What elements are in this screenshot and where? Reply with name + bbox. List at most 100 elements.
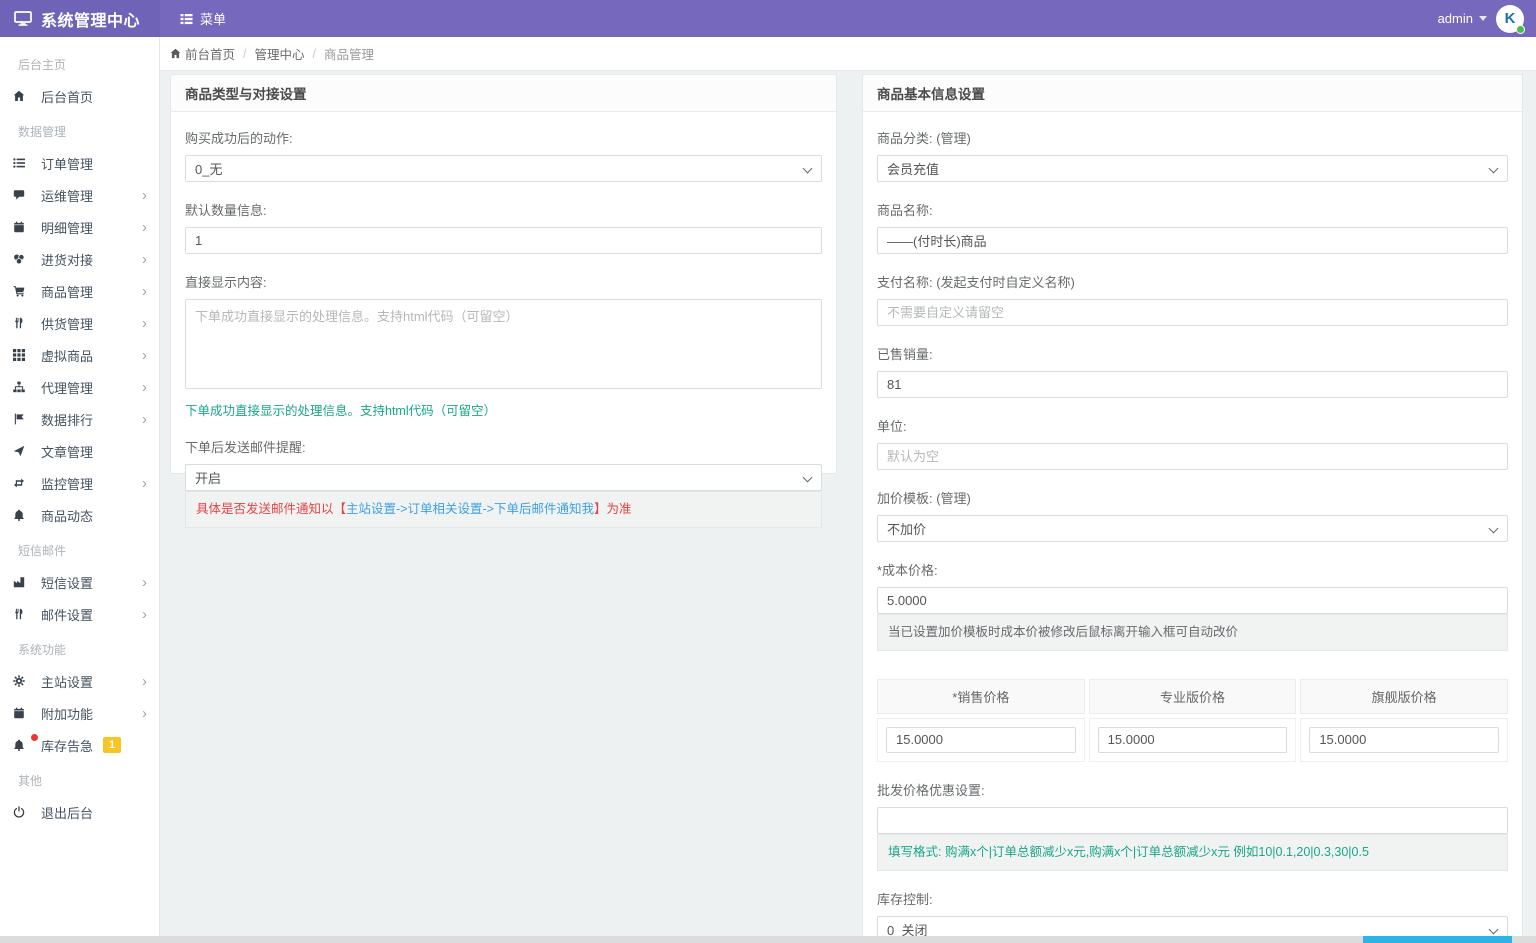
panel-title: 商品基本信息设置 — [863, 75, 1522, 112]
price-col-header: *销售价格 — [877, 679, 1085, 714]
sidebar-item[interactable]: 监控管理› — [0, 467, 159, 499]
sidebar-item-label: 附加功能 — [41, 704, 93, 723]
breadcrumb-home-label: 前台首页 — [185, 44, 235, 63]
breadcrumb-bar: 前台首页 / 管理中心 / 商品管理 — [160, 37, 1536, 71]
category-select[interactable]: 会员充值 — [877, 155, 1508, 182]
panel-product-type: 商品类型与对接设置 购买成功后的动作: 0_无 默认数量信息: 直接显示内容: … — [170, 74, 837, 474]
price-input[interactable] — [886, 727, 1076, 753]
cutlery-icon — [10, 608, 28, 620]
horizontal-scrollbar-track[interactable] — [0, 936, 1536, 943]
breadcrumb-mid[interactable]: 管理中心 — [255, 44, 305, 63]
chevron-down-icon — [803, 164, 813, 174]
flag-icon — [10, 413, 28, 425]
list-icon — [10, 157, 28, 169]
caret-down-icon — [1479, 16, 1487, 21]
menu-button[interactable]: 菜单 — [180, 9, 226, 28]
sidebar-item[interactable]: 邮件设置 › — [0, 598, 159, 630]
wholesale-hint-text: 填写格式: 购满x个|订单总额减少x元,购满x个|订单总额减少x元 例如10|0… — [888, 845, 1369, 859]
sidebar-item-label: 文章管理 — [41, 442, 93, 461]
markup-select[interactable]: 不加价 — [877, 515, 1508, 542]
wholesale-label: 批发价格优惠设置: — [877, 780, 1508, 799]
breadcrumb-separator: / — [313, 47, 316, 61]
sidebar-item[interactable]: 明细管理› — [0, 211, 159, 243]
sidebar-item[interactable]: 短信设置› — [0, 566, 159, 598]
product-name-input[interactable] — [877, 227, 1508, 254]
mail-note-link[interactable]: 主站设置->订单相关设置->下单后邮件通知我 — [346, 502, 594, 516]
category-select-value: 会员充值 — [887, 159, 939, 178]
sidebar-section-label: 短信邮件 — [0, 531, 159, 566]
sold-input[interactable] — [877, 371, 1508, 398]
user-name: admin — [1438, 11, 1473, 26]
chevron-right-icon: › — [142, 575, 147, 590]
price-col-header: 旗舰版价格 — [1300, 679, 1508, 714]
sidebar-item[interactable]: 商品动态 — [0, 499, 159, 531]
mail-select[interactable]: 开启 — [185, 464, 822, 491]
price-input[interactable] — [1309, 727, 1499, 753]
main-content: 商品类型与对接设置 购买成功后的动作: 0_无 默认数量信息: 直接显示内容: … — [160, 71, 1536, 943]
qty-input[interactable] — [185, 227, 822, 254]
sidebar-item[interactable]: 代理管理› — [0, 371, 159, 403]
price-cell — [1089, 718, 1297, 762]
app-logo[interactable]: 系统管理中心 — [0, 0, 160, 37]
cost-hint: 当已设置加价模板时成本价被修改后鼠标离开输入框可自动改价 — [877, 614, 1508, 651]
action-label: 购买成功后的动作: — [185, 128, 822, 147]
action-select[interactable]: 0_无 — [185, 155, 822, 182]
sidebar-item[interactable]: 附加功能 › — [0, 697, 159, 729]
send-icon — [10, 445, 28, 457]
sidebar-item[interactable]: 运维管理› — [0, 179, 159, 211]
sidebar-item[interactable]: 文章管理 — [0, 435, 159, 467]
coins-icon — [10, 253, 28, 265]
action-select-value: 0_无 — [195, 159, 222, 178]
sidebar-section-label: 系统功能 — [0, 630, 159, 665]
sidebar-item[interactable]: 订单管理 — [0, 147, 159, 179]
menu-icon — [180, 13, 193, 25]
sidebar-item[interactable]: 进货对接› — [0, 243, 159, 275]
cost-input[interactable] — [877, 587, 1508, 614]
calendar-icon — [10, 221, 28, 233]
sidebar-item[interactable]: 后台首页 — [0, 80, 159, 112]
desktop-icon — [14, 11, 32, 26]
sidebar-item[interactable]: 虚拟商品› — [0, 339, 159, 371]
chevron-right-icon: › — [142, 607, 147, 622]
chevron-right-icon: › — [142, 380, 147, 395]
sidebar-item[interactable]: 数据排行 › — [0, 403, 159, 435]
sidebar-item-label: 监控管理 — [41, 474, 93, 493]
horizontal-scrollbar-thumb[interactable] — [1363, 936, 1512, 943]
stock-alert-badge: 1 — [103, 737, 121, 753]
pay-name-input[interactable] — [877, 299, 1508, 326]
qty-label: 默认数量信息: — [185, 200, 822, 219]
sidebar-item[interactable]: 商品管理› — [0, 275, 159, 307]
sidebar-section-label: 后台主页 — [0, 45, 159, 80]
sidebar-item[interactable]: 退出后台 — [0, 796, 159, 828]
chevron-down-icon — [1489, 524, 1499, 534]
product-name-label: 商品名称: — [877, 200, 1508, 219]
sidebar-item-label: 后台首页 — [41, 87, 93, 106]
chevron-right-icon: › — [142, 412, 147, 427]
sidebar-item[interactable]: 库存告急1 — [0, 729, 159, 761]
content-hint: 下单成功直接显示的处理信息。支持html代码（可留空） — [185, 400, 822, 419]
avatar[interactable]: K — [1496, 5, 1524, 33]
sidebar-item[interactable]: 供货管理› — [0, 307, 159, 339]
panel-product-info: 商品基本信息设置 商品分类: (管理) 会员充值 商品名称: 支付名称: (发起… — [862, 74, 1523, 943]
chevron-right-icon: › — [142, 188, 147, 203]
cart-icon — [10, 285, 28, 297]
wholesale-input[interactable] — [877, 807, 1508, 834]
unit-label: 单位: — [877, 416, 1508, 435]
chevron-right-icon: › — [142, 706, 147, 721]
breadcrumb-home[interactable]: 前台首页 — [170, 44, 235, 63]
unit-input[interactable] — [877, 443, 1508, 470]
comment-icon — [10, 189, 28, 201]
sidebar-item[interactable]: 主站设置› — [0, 665, 159, 697]
sidebar-item-label: 邮件设置 — [41, 605, 93, 624]
user-dropdown[interactable]: admin — [1438, 11, 1487, 26]
sitemap-icon — [10, 381, 28, 393]
top-bar: 系统管理中心 菜单 admin K — [0, 0, 1536, 37]
content-textarea[interactable] — [185, 299, 822, 389]
gear-icon — [10, 675, 28, 687]
mail-label: 下单后发送邮件提醒: — [185, 437, 822, 456]
bell-icon — [10, 739, 28, 751]
home-icon — [170, 48, 181, 59]
sidebar-item-label: 数据排行 — [41, 410, 93, 429]
price-input[interactable] — [1098, 727, 1288, 753]
markup-select-value: 不加价 — [887, 519, 926, 538]
